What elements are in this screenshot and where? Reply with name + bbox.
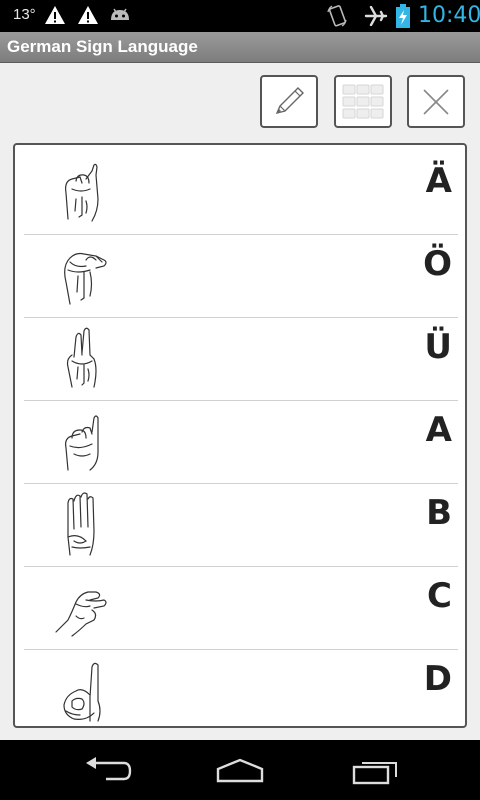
- warning-icon: [45, 6, 65, 24]
- list-item-b[interactable]: B: [24, 483, 458, 567]
- airplane-mode-icon: [364, 6, 388, 26]
- grid-view-button[interactable]: [334, 75, 392, 128]
- hand-sign-c-icon: [55, 591, 107, 637]
- letter-label: B: [426, 493, 452, 533]
- clock-text: 10:40: [418, 3, 480, 28]
- title-bar: German Sign Language: [0, 32, 480, 63]
- list-item-c[interactable]: C: [24, 566, 458, 650]
- content-area: Ä Ö Ü A B C D: [0, 63, 480, 740]
- letter-label: Ö: [423, 244, 452, 284]
- warning-icon: [78, 6, 98, 24]
- list-item-a[interactable]: A: [24, 400, 458, 484]
- pencil-icon: [275, 86, 304, 114]
- temperature-text: 13°: [13, 6, 36, 23]
- hand-sign-a-icon: [65, 415, 99, 471]
- list-item-ae[interactable]: Ä: [24, 151, 458, 235]
- hand-sign-b-icon: [67, 492, 95, 556]
- letter-label: D: [423, 659, 452, 699]
- edit-button[interactable]: [260, 75, 318, 128]
- hand-sign-oe-icon: [64, 252, 107, 305]
- android-debug-icon: [111, 8, 129, 20]
- grid-icon: [342, 84, 384, 118]
- navigation-bar: [0, 740, 480, 800]
- close-button[interactable]: [407, 75, 465, 128]
- battery-charging-icon: [396, 4, 410, 28]
- hand-sign-ue-icon: [66, 327, 97, 388]
- hand-sign-ae-icon: [65, 163, 99, 222]
- recent-apps-button-icon[interactable]: [350, 757, 400, 785]
- list-item-oe[interactable]: Ö: [24, 234, 458, 318]
- screen-rotation-icon: [327, 5, 347, 27]
- letter-label: C: [427, 576, 452, 616]
- list-item-ue[interactable]: Ü: [24, 317, 458, 401]
- letter-label: Ä: [425, 161, 452, 201]
- close-icon: [423, 88, 449, 115]
- hand-sign-d-icon: [63, 662, 101, 722]
- letter-label: A: [425, 410, 452, 450]
- status-bar: 13° 10:40: [0, 0, 480, 32]
- home-button-icon[interactable]: [214, 757, 266, 783]
- letter-list[interactable]: Ä Ö Ü A B C D: [13, 143, 467, 728]
- back-button-icon[interactable]: [84, 757, 132, 783]
- letter-label: Ü: [424, 327, 452, 367]
- list-item-d[interactable]: D: [24, 649, 458, 726]
- app-title: German Sign Language: [7, 37, 198, 56]
